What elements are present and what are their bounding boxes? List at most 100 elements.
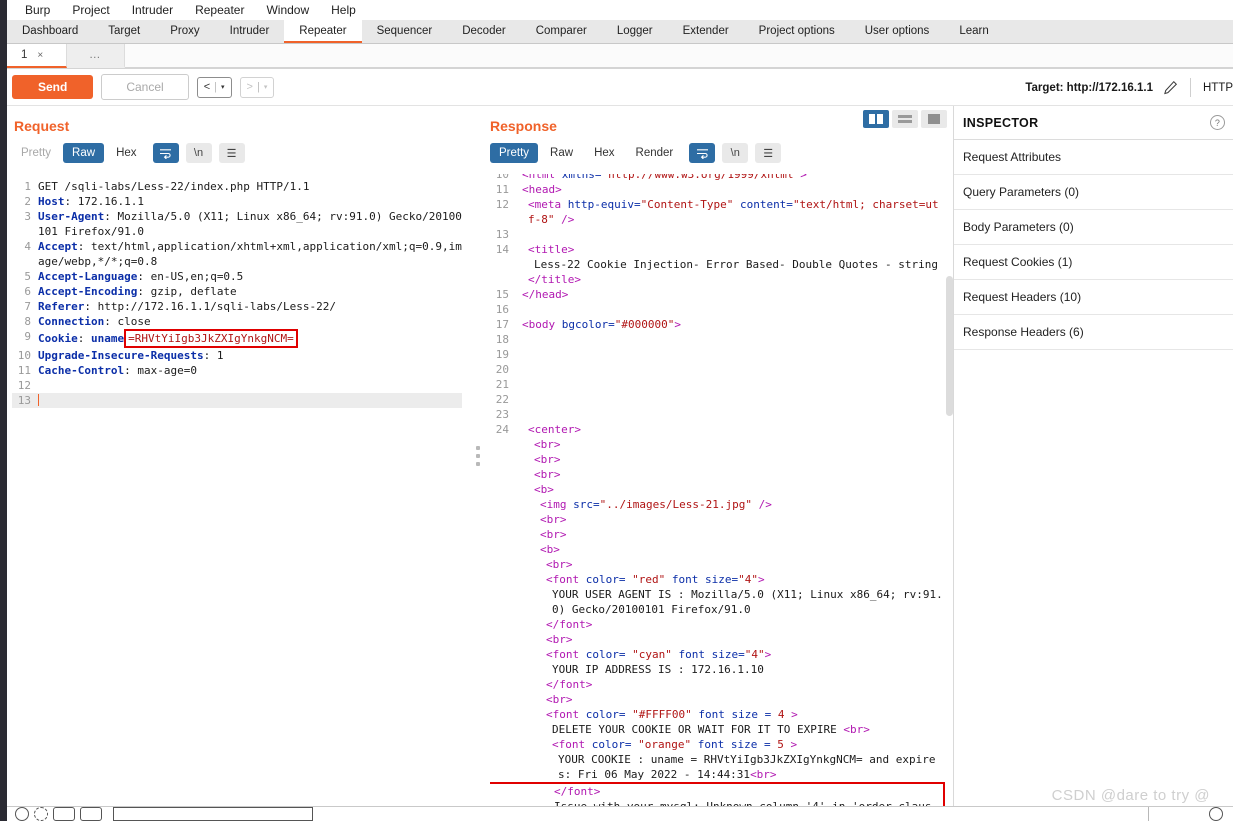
code-line[interactable]: 22	[490, 392, 945, 407]
code-line[interactable]: 23	[490, 407, 945, 422]
response-scrollbar[interactable]	[946, 276, 953, 416]
code-line[interactable]: <b>	[490, 482, 945, 497]
code-line[interactable]: 5 Accept-Language: en-US,en;q=0.5	[12, 269, 462, 284]
menu-icon[interactable]: ☰	[218, 143, 245, 163]
code-line[interactable]: </font>	[492, 784, 943, 799]
code-line[interactable]: 13	[12, 393, 462, 408]
response-format-raw[interactable]: Raw	[541, 143, 582, 163]
request-format-pretty[interactable]: Pretty	[12, 143, 60, 163]
code-line[interactable]: </font>	[490, 617, 945, 632]
split-vertical-icon[interactable]	[863, 110, 889, 128]
code-line[interactable]: <font color= "orange" font size = 5 >	[490, 737, 945, 752]
response-format-pretty[interactable]: Pretty	[490, 143, 539, 163]
code-line[interactable]: 6 Accept-Encoding: gzip, deflate	[12, 284, 462, 299]
tab-decoder[interactable]: Decoder	[447, 20, 520, 43]
code-line[interactable]: 8 Connection: close	[12, 314, 462, 329]
menu-item-burp[interactable]: Burp	[14, 0, 61, 20]
repeater-tab-new[interactable]: …	[67, 44, 125, 68]
help-circle-icon[interactable]	[1209, 807, 1223, 821]
code-line[interactable]: <br>	[490, 452, 945, 467]
inspector-row-5[interactable]: Response Headers (6)	[954, 315, 1233, 350]
code-line[interactable]: 4 Accept: text/html,application/xhtml+xml…	[12, 239, 462, 269]
pencil-icon[interactable]	[1163, 80, 1178, 95]
newline-icon[interactable]: \n	[722, 143, 749, 163]
inspector-row-1[interactable]: Query Parameters (0)	[954, 175, 1233, 210]
code-line[interactable]: 11 Cache-Control: max-age=0	[12, 363, 462, 378]
code-line[interactable]: <b>	[490, 542, 945, 557]
code-line[interactable]: 10 Upgrade-Insecure-Requests: 1	[12, 348, 462, 363]
single-pane-icon[interactable]	[921, 110, 947, 128]
code-line[interactable]: 13	[490, 227, 945, 242]
code-line[interactable]: <br>	[490, 512, 945, 527]
inspector-row-0[interactable]: Request Attributes	[954, 140, 1233, 175]
code-line[interactable]: 19	[490, 347, 945, 362]
inspector-row-3[interactable]: Request Cookies (1)	[954, 245, 1233, 280]
code-line[interactable]: 11 <head>	[490, 182, 945, 197]
tab-dashboard[interactable]: Dashboard	[7, 20, 93, 43]
code-line[interactable]: <font color= "#FFFF00" font size = 4 >	[490, 707, 945, 722]
code-line[interactable]: 9 Cookie: uname =RHVtYiIgb3JkZXIgYnkgNCM=	[12, 329, 462, 348]
code-line[interactable]: <br>	[490, 692, 945, 707]
send-button[interactable]: Send	[12, 75, 94, 99]
menu-item-project[interactable]: Project	[61, 0, 120, 20]
tab-proxy[interactable]: Proxy	[155, 20, 214, 43]
code-line[interactable]: 12	[12, 378, 462, 393]
search-icon[interactable]	[15, 807, 29, 821]
code-line[interactable]: 12 <meta http-equiv="Content-Type" conten…	[490, 197, 945, 227]
code-line[interactable]: 1 GET /sqli-labs/Less-22/index.php HTTP/1…	[12, 179, 462, 194]
match-case-toggle[interactable]	[53, 807, 75, 821]
code-line[interactable]: 17 <body bgcolor="#000000">	[490, 317, 945, 332]
code-line[interactable]: <br>	[490, 632, 945, 647]
menu-icon[interactable]: ☰	[755, 143, 782, 163]
regex-toggle[interactable]	[80, 807, 102, 821]
response-format-render[interactable]: Render	[627, 143, 683, 163]
tab-sequencer[interactable]: Sequencer	[362, 20, 448, 43]
response-editor[interactable]: 10 <html xmlns="http://www.w3.org/1999/xh…	[490, 174, 945, 806]
code-line[interactable]: </title>	[490, 272, 945, 287]
wrap-lines-icon[interactable]	[152, 143, 179, 163]
split-horizontal-icon[interactable]	[892, 110, 918, 128]
code-line[interactable]: 21	[490, 377, 945, 392]
code-line[interactable]: </font>	[490, 677, 945, 692]
code-line[interactable]: 16	[490, 302, 945, 317]
menu-item-repeater[interactable]: Repeater	[184, 0, 255, 20]
code-line[interactable]: YOUR COOKIE : uname = RHVtYiIgb3JkZXIgYn…	[490, 752, 945, 782]
code-line[interactable]: <br>	[490, 467, 945, 482]
request-format-hex[interactable]: Hex	[107, 143, 145, 163]
wrap-lines-icon[interactable]	[689, 143, 716, 163]
search-input[interactable]	[113, 807, 313, 821]
tab-intruder[interactable]: Intruder	[215, 20, 285, 43]
code-line[interactable]: <font color= "cyan" font size="4">	[490, 647, 945, 662]
code-line[interactable]: <font color= "red" font size="4">	[490, 572, 945, 587]
code-line[interactable]: 3 User-Agent: Mozilla/5.0 (X11; Linux x86…	[12, 209, 462, 239]
menu-item-window[interactable]: Window	[255, 0, 320, 20]
code-line[interactable]: 24 <center>	[490, 422, 945, 437]
repeater-tab-1[interactable]: 1 ×	[7, 44, 67, 68]
request-editor[interactable]: 1 GET /sqli-labs/Less-22/index.php HTTP/1…	[12, 179, 462, 806]
tab-logger[interactable]: Logger	[602, 20, 668, 43]
settings-icon[interactable]	[34, 807, 48, 821]
tab-repeater[interactable]: Repeater	[284, 20, 362, 43]
menu-item-intruder[interactable]: Intruder	[121, 0, 184, 20]
tab-target[interactable]: Target	[93, 20, 155, 43]
response-format-hex[interactable]: Hex	[585, 143, 623, 163]
tab-project-options[interactable]: Project options	[744, 20, 850, 43]
code-line[interactable]: 18	[490, 332, 945, 347]
code-line[interactable]: <br>	[490, 527, 945, 542]
tab-learn[interactable]: Learn	[944, 20, 1003, 43]
code-line[interactable]: <img src="../images/Less-21.jpg" />	[490, 497, 945, 512]
code-line[interactable]: 2 Host: 172.16.1.1	[12, 194, 462, 209]
code-line[interactable]: <br>	[490, 437, 945, 452]
inspector-row-4[interactable]: Request Headers (10)	[954, 280, 1233, 315]
code-line[interactable]: 20	[490, 362, 945, 377]
menu-item-help[interactable]: Help	[320, 0, 367, 20]
inspector-row-2[interactable]: Body Parameters (0)	[954, 210, 1233, 245]
newline-icon[interactable]: \n	[185, 143, 212, 163]
tab-user-options[interactable]: User options	[850, 20, 945, 43]
tab-extender[interactable]: Extender	[668, 20, 744, 43]
code-line[interactable]: DELETE YOUR COOKIE OR WAIT FOR IT TO EXP…	[490, 722, 945, 737]
code-line[interactable]: 15 </head>	[490, 287, 945, 302]
request-response-splitter[interactable]	[470, 106, 485, 806]
code-line[interactable]: Issue with your mysql: Unknown column '4…	[492, 799, 943, 806]
request-format-raw[interactable]: Raw	[63, 143, 105, 163]
